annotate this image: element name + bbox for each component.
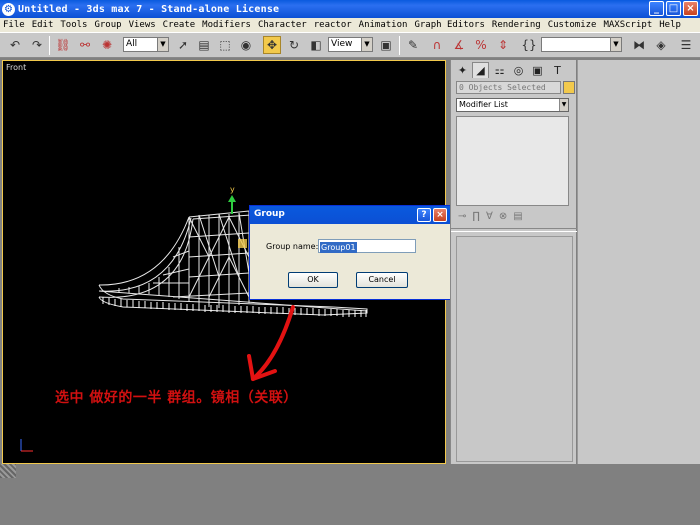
selection-filter-value: All — [126, 39, 138, 49]
snaps-toggle-icon[interactable]: ∩ — [428, 36, 446, 54]
display-tab-icon[interactable]: ▣ — [529, 62, 546, 78]
use-pivot-center-icon[interactable]: ▣ — [377, 36, 395, 54]
reference-coordinate-dropdown[interactable]: View ▼ — [328, 37, 373, 52]
percent-snap-icon[interactable]: % — [472, 36, 490, 54]
minimize-button[interactable]: _ — [649, 1, 664, 16]
group-dialog: Group ? × Group name: Group01 OK Cancel — [249, 205, 451, 300]
main-toolbar: ↶ ↷ ⛓ ⚯ ✺ All ▼ ➚ ▤ ⬚ ◉ ✥ ↻ ◧ View ▼ ▣ ✎… — [0, 32, 700, 58]
close-button[interactable]: × — [683, 1, 698, 16]
rectangular-selection-icon[interactable]: ⬚ — [216, 36, 234, 54]
menu-group[interactable]: Group — [94, 20, 121, 30]
modifier-list-dropdown[interactable]: Modifier List ▼ — [456, 98, 569, 112]
3ds-max-icon[interactable]: ⚙ — [2, 2, 15, 16]
reference-coordinate-value: View — [331, 39, 353, 49]
make-unique-icon[interactable]: ∀ — [486, 211, 493, 222]
dialog-title-bar: Group ? × — [250, 206, 450, 224]
modifier-list-label: Modifier List — [459, 100, 508, 109]
time-slider-grip[interactable] — [0, 464, 16, 478]
object-selection-field[interactable]: 0 Objects Selected — [456, 81, 561, 94]
menu-graph-editors[interactable]: Graph Editors — [414, 20, 484, 30]
dialog-close-button[interactable]: × — [433, 208, 447, 222]
ok-button[interactable]: OK — [288, 272, 338, 288]
object-color-swatch[interactable] — [563, 81, 575, 94]
group-name-label: Group name: — [266, 242, 319, 251]
menu-customize[interactable]: Customize — [548, 20, 597, 30]
spinner-snap-icon[interactable]: ⇕ — [494, 36, 512, 54]
utilities-tab-icon[interactable]: T — [549, 62, 566, 78]
create-tab-icon[interactable]: ✦ — [454, 62, 471, 78]
menu-rendering[interactable]: Rendering — [492, 20, 541, 30]
selection-filter-dropdown[interactable]: All ▼ — [123, 37, 169, 52]
chevron-down-icon: ▼ — [361, 38, 372, 51]
help-button[interactable]: ? — [417, 208, 431, 222]
named-selection-dropdown[interactable]: ▼ — [541, 37, 622, 52]
chevron-down-icon: ▼ — [157, 38, 168, 51]
modifier-stack[interactable] — [456, 116, 569, 206]
menu-views[interactable]: Views — [129, 20, 156, 30]
menu-bar: File Edit Tools Group Views Create Modif… — [0, 18, 700, 32]
command-panel-tabs: ✦ ◢ ⚏ ◎ ▣ T — [451, 60, 577, 78]
select-and-manipulate-icon[interactable]: ✎ — [404, 36, 422, 54]
menu-tools[interactable]: Tools — [60, 20, 87, 30]
select-and-scale-icon[interactable]: ◧ — [307, 36, 325, 54]
modify-tab-icon[interactable]: ◢ — [472, 62, 489, 78]
group-name-value: Group01 — [320, 242, 357, 253]
show-end-result-icon[interactable]: ∏ — [472, 211, 480, 222]
layer-manager-icon[interactable]: ☰ — [677, 36, 695, 54]
gizmo-axis-label: y — [230, 185, 235, 194]
mirror-icon[interactable]: ⧓ — [630, 36, 648, 54]
bottom-area — [0, 464, 700, 525]
group-name-input[interactable]: Group01 — [318, 239, 416, 253]
panel-divider — [451, 228, 577, 232]
motion-tab-icon[interactable]: ◎ — [510, 62, 527, 78]
cancel-button[interactable]: Cancel — [356, 272, 408, 288]
hierarchy-tab-icon[interactable]: ⚏ — [491, 62, 508, 78]
redo-icon[interactable]: ↷ — [28, 36, 46, 54]
select-and-link-icon[interactable]: ⛓ — [54, 36, 72, 54]
menu-animation[interactable]: Animation — [359, 20, 408, 30]
menu-file[interactable]: File — [3, 20, 25, 30]
instruction-annotation: 选中 做好的一半 群组。镜相（关联） — [55, 390, 298, 406]
maximize-button[interactable]: □ — [666, 1, 681, 16]
chevron-down-icon: ▼ — [610, 38, 621, 51]
unlink-selection-icon[interactable]: ⚯ — [76, 36, 94, 54]
align-icon[interactable]: ◈ — [652, 36, 670, 54]
window-controls: _ □ × — [649, 1, 698, 16]
remove-modifier-icon[interactable]: ⊗ — [499, 211, 507, 222]
configure-modifier-sets-icon[interactable]: ▤ — [513, 211, 522, 222]
command-panel: ✦ ◢ ⚏ ◎ ▣ T 0 Objects Selected Modifier … — [450, 60, 577, 464]
select-and-rotate-icon[interactable]: ↻ — [285, 36, 303, 54]
select-object-icon[interactable]: ➚ — [174, 36, 192, 54]
chevron-down-icon: ▼ — [559, 99, 568, 111]
menu-edit[interactable]: Edit — [32, 20, 54, 30]
select-and-move-icon[interactable]: ✥ — [263, 36, 281, 54]
window-crossing-icon[interactable]: ◉ — [237, 36, 255, 54]
dialog-title: Group — [254, 209, 285, 219]
empty-panel-area — [577, 60, 700, 464]
bind-to-space-warp-icon[interactable]: ✺ — [98, 36, 116, 54]
menu-reactor[interactable]: reactor — [314, 20, 352, 30]
title-bar: ⚙ Untitled - 3ds max 7 - Stand-alone Lic… — [0, 0, 700, 18]
stack-controls: ⊸ ∏ ∀ ⊗ ▤ — [456, 208, 569, 224]
select-by-name-icon[interactable]: ▤ — [195, 36, 213, 54]
undo-icon[interactable]: ↶ — [6, 36, 24, 54]
menu-modifiers[interactable]: Modifiers — [202, 20, 251, 30]
rollout-area[interactable] — [456, 236, 573, 462]
angle-snap-icon[interactable]: ∡ — [450, 36, 468, 54]
menu-maxscript[interactable]: MAXScript — [603, 20, 652, 30]
menu-character[interactable]: Character — [258, 20, 307, 30]
window-title: Untitled - 3ds max 7 - Stand-alone Licen… — [18, 3, 280, 15]
pin-stack-icon[interactable]: ⊸ — [458, 211, 466, 222]
menu-help[interactable]: Help — [659, 20, 681, 30]
menu-create[interactable]: Create — [163, 20, 196, 30]
edit-named-selection-icon[interactable]: {} — [520, 36, 538, 54]
